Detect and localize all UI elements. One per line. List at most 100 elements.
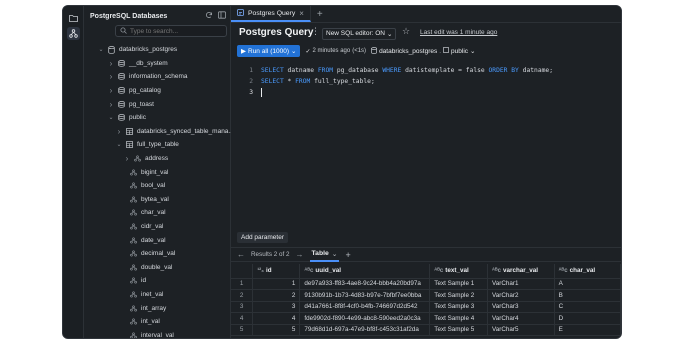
table-cell[interactable]: Text Sample 4: [429, 312, 489, 325]
table-cell[interactable]: Text Sample 3: [429, 301, 489, 313]
tab-postgres-query[interactable]: Postgres Query ×: [231, 6, 311, 22]
tree-item[interactable]: decimal_val: [130, 247, 175, 261]
tree-item[interactable]: › pg_catalog: [108, 84, 161, 98]
add-parameter-button[interactable]: Add parameter: [237, 232, 288, 243]
tab-table[interactable]: Table ⌄: [309, 248, 340, 262]
tree-item[interactable]: ⌄ full_type_table: [116, 138, 178, 152]
chevron-down-icon[interactable]: ⌄: [291, 47, 296, 55]
refresh-icon[interactable]: [205, 11, 213, 21]
chevron-down-icon[interactable]: ⌄: [108, 114, 114, 121]
tree-item[interactable]: bool_val: [130, 179, 165, 193]
tree-item[interactable]: ⌄ public: [108, 111, 146, 125]
column-header[interactable]: ¹²₃ id: [252, 264, 301, 279]
tree-item[interactable]: ⌄ databricks_postgres: [98, 43, 177, 57]
tree-item[interactable]: bytea_val: [130, 193, 169, 207]
table-row[interactable]: 3 3 d41a7661-8f8f-4cf0-b4fb-746697d2d542 Te…: [231, 301, 621, 313]
table-cell[interactable]: C: [554, 301, 621, 313]
table-cell[interactable]: B: [554, 289, 621, 302]
tree-item[interactable]: date_val: [130, 233, 166, 247]
chevron-down-icon[interactable]: ⌄: [332, 250, 338, 258]
table-row[interactable]: 4 4 fde9902d-f890-4e99-abc8-590eed2a0c3a Te…: [231, 312, 621, 325]
sql-editor[interactable]: 1 2 3 SELECT datname FROM pg_database WH…: [231, 59, 621, 234]
tree-item[interactable]: bigint_val: [130, 165, 168, 179]
close-tab-icon[interactable]: ×: [299, 9, 304, 18]
table-row[interactable]: 1 1 de97a933-ff83-4ae8-9c24-bbb4a20bd97a Te…: [231, 278, 621, 290]
code-line-2[interactable]: SELECT * FROM full_type_table;: [261, 78, 375, 85]
new-tab-button[interactable]: +: [311, 6, 329, 22]
tree-item[interactable]: int_val: [130, 315, 160, 329]
tree-item[interactable]: › databricks_synced_table_mana...: [116, 125, 234, 139]
table-cell[interactable]: 4: [252, 312, 301, 325]
schema-tree-icon[interactable]: [67, 27, 80, 40]
table-cell[interactable]: VarChar1: [487, 278, 555, 290]
table-cell[interactable]: D: [554, 312, 621, 325]
run-all-button[interactable]: ▶ Run all (1000) ⌄: [237, 45, 301, 57]
catalog-selector[interactable]: databricks_postgres . public ⌄: [371, 46, 475, 56]
table-row[interactable]: 5 5 79d68d1d-697a-47e9-bf8f-c453c31af2da Te…: [231, 324, 621, 336]
column-header[interactable]: ᴬᴮc text_val: [429, 264, 489, 279]
last-edit-link[interactable]: Last edit was 1 minute ago: [420, 29, 497, 36]
tree-item[interactable]: › address: [124, 152, 168, 166]
table-row[interactable]: 2 2 9130b91b-1b73-4d83-b97e-7bfbf7ee0bba Te…: [231, 289, 621, 302]
tab-label: Postgres Query: [248, 9, 296, 17]
table-cell[interactable]: VarChar3: [487, 301, 555, 313]
table-cell[interactable]: de97a933-ff83-4ae8-9c24-bbb4a20bd97a: [299, 278, 431, 290]
tree-item-label: interval_val: [141, 331, 174, 339]
tree-item[interactable]: cidr_val: [130, 220, 163, 234]
tree-item[interactable]: double_val: [130, 261, 172, 275]
column-header[interactable]: ᴬᴮc char_val: [554, 264, 621, 279]
table-cell[interactable]: VarChar4: [487, 312, 555, 325]
sql-text: full_type_table;: [310, 78, 375, 85]
table-cell[interactable]: fde9902d-f890-4e99-abc8-590eed2a0c3a: [299, 312, 431, 325]
table-cell[interactable]: VarChar5: [487, 324, 555, 336]
tree-item[interactable]: char_val: [130, 206, 166, 220]
page-title[interactable]: Postgres Query: [239, 27, 313, 38]
table-cell[interactable]: E: [554, 324, 621, 336]
column-header[interactable]: ᴬᴮc varchar_val: [487, 264, 555, 279]
table-cell[interactable]: 5: [252, 324, 301, 336]
chevron-right-icon[interactable]: ›: [108, 59, 114, 68]
tree-item[interactable]: › __db_system: [108, 57, 168, 71]
table-cell[interactable]: 2: [252, 289, 301, 302]
column-header[interactable]: ᴬᴮc uuid_val: [299, 264, 431, 279]
tree-item[interactable]: id: [130, 274, 146, 288]
sql-editor-toggle[interactable]: New SQL editor: ON ⌄: [322, 28, 397, 40]
tree-item[interactable]: › pg_toast: [108, 97, 154, 111]
table-cell[interactable]: 1: [252, 278, 301, 290]
tree-item[interactable]: › information_schema: [108, 70, 188, 84]
chevron-right-icon[interactable]: ›: [124, 154, 130, 163]
chevron-right-icon[interactable]: ›: [108, 72, 114, 81]
chevron-down-icon[interactable]: ⌄: [98, 46, 104, 53]
chevron-down-icon[interactable]: ⌄: [116, 141, 122, 148]
table-cell[interactable]: d41a7661-8f8f-4cf0-b4fb-746697d2d542: [299, 301, 431, 313]
table-cell[interactable]: 3: [252, 301, 301, 313]
code-line-1[interactable]: SELECT datname FROM pg_database WHERE da…: [261, 67, 553, 74]
table-cell[interactable]: Text Sample 2: [429, 289, 489, 302]
number-type-icon: ¹²₃: [257, 268, 264, 275]
table-cell[interactable]: A: [554, 278, 621, 290]
table-cell[interactable]: Text Sample 1: [429, 278, 489, 290]
table-cell[interactable]: 79d68d1d-697a-47e9-bf8f-c453c31af2da: [299, 324, 431, 336]
search-input[interactable]: [130, 27, 225, 35]
table-cell[interactable]: 9130b91b-1b73-4d83-b97e-7bfbf7ee0bba: [299, 289, 431, 302]
table-cell[interactable]: Text Sample 5: [429, 324, 489, 336]
tree-item-label: pg_catalog: [129, 87, 161, 95]
more-options-icon[interactable]: ⋮: [311, 26, 320, 37]
tree-item[interactable]: interval_val: [130, 329, 174, 339]
chevron-right-icon[interactable]: ›: [108, 86, 114, 95]
tree-item[interactable]: inet_val: [130, 288, 163, 302]
next-result-icon[interactable]: →: [296, 250, 304, 259]
folder-icon[interactable]: [67, 11, 80, 24]
star-icon[interactable]: ☆: [402, 26, 410, 37]
add-visualization-button[interactable]: +: [345, 250, 350, 260]
previous-result-icon[interactable]: ←: [237, 250, 245, 259]
column-icon: [130, 305, 137, 312]
search-box[interactable]: [115, 25, 227, 37]
table-cell[interactable]: VarChar2: [487, 289, 555, 302]
collapse-sidebar-icon[interactable]: [218, 11, 226, 21]
tree-item[interactable]: int_array: [130, 301, 166, 315]
schema-icon: [118, 87, 125, 94]
status-duration: (<1s): [352, 48, 367, 54]
chevron-right-icon[interactable]: ›: [116, 127, 122, 136]
chevron-right-icon[interactable]: ›: [108, 100, 114, 109]
